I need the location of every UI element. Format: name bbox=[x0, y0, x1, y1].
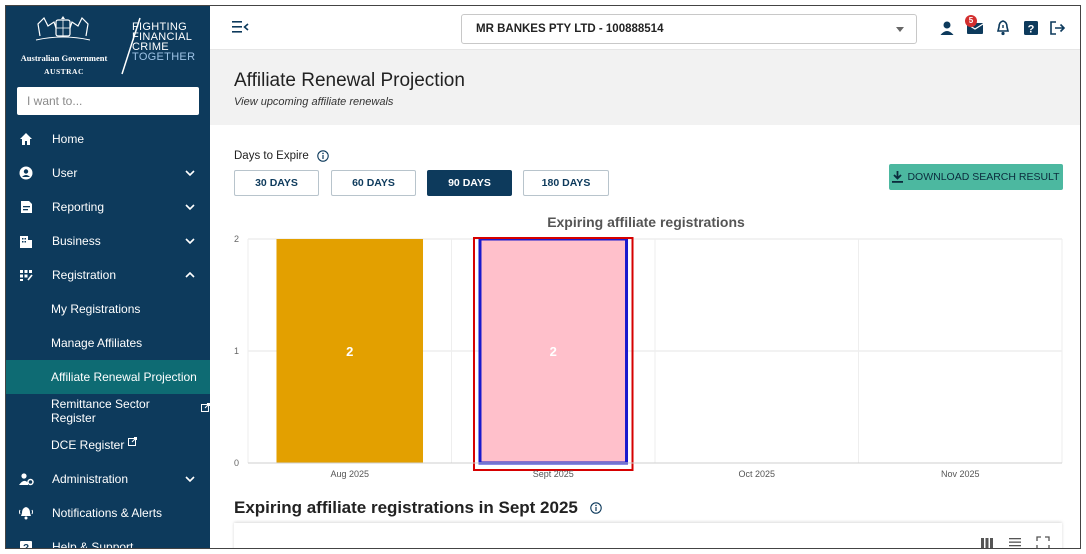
profile-icon[interactable] bbox=[938, 19, 956, 37]
x-tick-label: Nov 2025 bbox=[941, 469, 980, 479]
admin-icon bbox=[18, 471, 34, 487]
page-header: Affiliate Renewal Projection View upcomi… bbox=[210, 50, 1080, 125]
help-book-icon[interactable]: ? bbox=[1022, 19, 1040, 37]
search-input[interactable]: I want to... bbox=[17, 87, 199, 115]
bar-chart: 0 1 2 2 Aug 2025 2 Sept 2025 Oct 2025 Nov 2025 bbox=[234, 234, 1063, 479]
days-to-expire-label: Days to Expire bbox=[234, 150, 329, 162]
sidebar-item-administration[interactable]: Administration bbox=[6, 462, 210, 496]
sidebar-item-label: Manage Affiliates bbox=[51, 336, 143, 350]
y-tick-label: 0 bbox=[234, 458, 239, 468]
sidebar-item-home[interactable]: Home bbox=[6, 122, 210, 156]
organisation-value: MR BANKES PTY LTD - 100888514 bbox=[476, 23, 664, 35]
home-icon bbox=[18, 131, 34, 147]
business-icon bbox=[18, 233, 34, 249]
sidebar-item-label: Home bbox=[52, 132, 85, 146]
caret-down-icon bbox=[896, 27, 904, 32]
sidebar-item-label: Affiliate Renewal Projection bbox=[51, 370, 197, 384]
section-title-text: Expiring affiliate registrations in Sept… bbox=[234, 498, 578, 517]
chevron-down-icon bbox=[185, 476, 195, 483]
info-icon[interactable] bbox=[317, 150, 329, 162]
top-bar: MR BANKES PTY LTD - 100888514 5 ? bbox=[210, 6, 1080, 50]
x-tick-label: Sept 2025 bbox=[533, 469, 574, 479]
notification-bell-icon[interactable] bbox=[994, 19, 1012, 37]
coat-of-arms-icon bbox=[35, 16, 91, 41]
chart-title: Expiring affiliate registrations bbox=[547, 214, 745, 230]
download-icon bbox=[892, 171, 904, 183]
filter-60-days-button[interactable]: 60 DAYS bbox=[331, 170, 416, 196]
section-title: Expiring affiliate registrations in Sept… bbox=[234, 498, 602, 518]
page-title: Affiliate Renewal Projection bbox=[234, 70, 465, 91]
filter-30-days-button[interactable]: 30 DAYS bbox=[234, 170, 319, 196]
sidebar-item-dce-register[interactable]: DCE Register bbox=[6, 428, 210, 462]
chevron-down-icon bbox=[185, 170, 195, 177]
columns-icon[interactable] bbox=[980, 536, 994, 549]
external-link-icon bbox=[201, 402, 210, 412]
app-window: Australian Government AUSTRAC FIGHTING F… bbox=[5, 5, 1081, 549]
density-icon[interactable] bbox=[1008, 536, 1022, 549]
sidebar-item-business[interactable]: Business bbox=[6, 224, 210, 258]
sidebar-item-remittance-sector-register[interactable]: Remittance Sector Register bbox=[6, 394, 210, 428]
sidebar: Australian Government AUSTRAC FIGHTING F… bbox=[6, 6, 210, 549]
chevron-down-icon bbox=[185, 238, 195, 245]
info-icon[interactable] bbox=[590, 502, 602, 514]
menu-collapse-icon[interactable] bbox=[232, 20, 250, 34]
user-icon bbox=[18, 165, 34, 181]
registration-icon bbox=[18, 267, 34, 283]
slogan-line: TOGETHER bbox=[132, 51, 196, 63]
main-content: Days to Expire 30 DAYS 60 DAYS 90 DAYS 1… bbox=[210, 125, 1080, 549]
help-icon: ? bbox=[18, 539, 34, 549]
gov-name: Australian Government bbox=[20, 53, 108, 63]
sidebar-item-label: Help & Support bbox=[52, 540, 134, 549]
bell-icon bbox=[18, 505, 34, 521]
sidebar-item-label: My Registrations bbox=[51, 302, 141, 316]
chevron-down-icon bbox=[185, 204, 195, 211]
filter-180-days-button[interactable]: 180 DAYS bbox=[523, 170, 609, 196]
sidebar-item-label: Administration bbox=[52, 472, 129, 486]
sidebar-item-help[interactable]: ? Help & Support bbox=[6, 530, 210, 549]
slogan: FIGHTING FINANCIAL CRIME TOGETHER bbox=[132, 22, 196, 63]
bar-data-label: 2 bbox=[550, 344, 557, 359]
logout-icon[interactable] bbox=[1048, 19, 1066, 37]
sidebar-item-notifications[interactable]: Notifications & Alerts bbox=[6, 496, 210, 530]
svg-text:?: ? bbox=[23, 543, 29, 549]
y-tick-label: 1 bbox=[234, 346, 239, 356]
sidebar-item-my-registrations[interactable]: My Registrations bbox=[6, 292, 210, 326]
sidebar-item-manage-affiliates[interactable]: Manage Affiliates bbox=[6, 326, 210, 360]
sidebar-item-label: Notifications & Alerts bbox=[52, 506, 163, 520]
sidebar-item-label: DCE Register bbox=[51, 438, 125, 452]
y-tick-label: 2 bbox=[234, 234, 239, 244]
filter-label: Days to Expire bbox=[234, 150, 309, 162]
sidebar-item-label: Registration bbox=[52, 268, 117, 282]
mail-count-badge: 5 bbox=[965, 15, 977, 27]
external-link-icon bbox=[128, 436, 138, 446]
download-label: DOWNLOAD SEARCH RESULT bbox=[907, 171, 1060, 183]
svg-text:?: ? bbox=[1028, 24, 1035, 36]
page-subtitle: View upcoming affiliate renewals bbox=[234, 96, 394, 108]
report-icon bbox=[18, 199, 34, 215]
download-search-result-button[interactable]: DOWNLOAD SEARCH RESULT bbox=[889, 164, 1063, 190]
bar-data-label: 2 bbox=[346, 344, 353, 359]
agency-name: AUSTRAC bbox=[44, 67, 84, 76]
x-tick-label: Aug 2025 bbox=[330, 469, 369, 479]
sidebar-item-label: Remittance Sector Register bbox=[51, 397, 150, 425]
austrac-logo[interactable]: Australian Government AUSTRAC FIGHTING F… bbox=[6, 6, 210, 84]
results-grid bbox=[234, 523, 1062, 549]
filter-90-days-button[interactable]: 90 DAYS bbox=[427, 170, 512, 196]
chevron-up-icon bbox=[185, 271, 195, 278]
sidebar-item-label: Business bbox=[52, 234, 101, 248]
fullscreen-icon[interactable] bbox=[1036, 536, 1050, 549]
sidebar-item-user[interactable]: User bbox=[6, 156, 210, 190]
sidebar-item-registration[interactable]: Registration bbox=[6, 258, 210, 292]
sidebar-nav: Home User Reporting Business Registratio… bbox=[6, 122, 210, 549]
x-tick-label: Oct 2025 bbox=[738, 469, 775, 479]
sidebar-item-label: Reporting bbox=[52, 200, 105, 214]
sidebar-item-reporting[interactable]: Reporting bbox=[6, 190, 210, 224]
organisation-select[interactable]: MR BANKES PTY LTD - 100888514 bbox=[461, 14, 917, 44]
sidebar-item-label: User bbox=[52, 166, 78, 180]
sidebar-item-affiliate-renewal-projection[interactable]: Affiliate Renewal Projection bbox=[6, 360, 210, 394]
